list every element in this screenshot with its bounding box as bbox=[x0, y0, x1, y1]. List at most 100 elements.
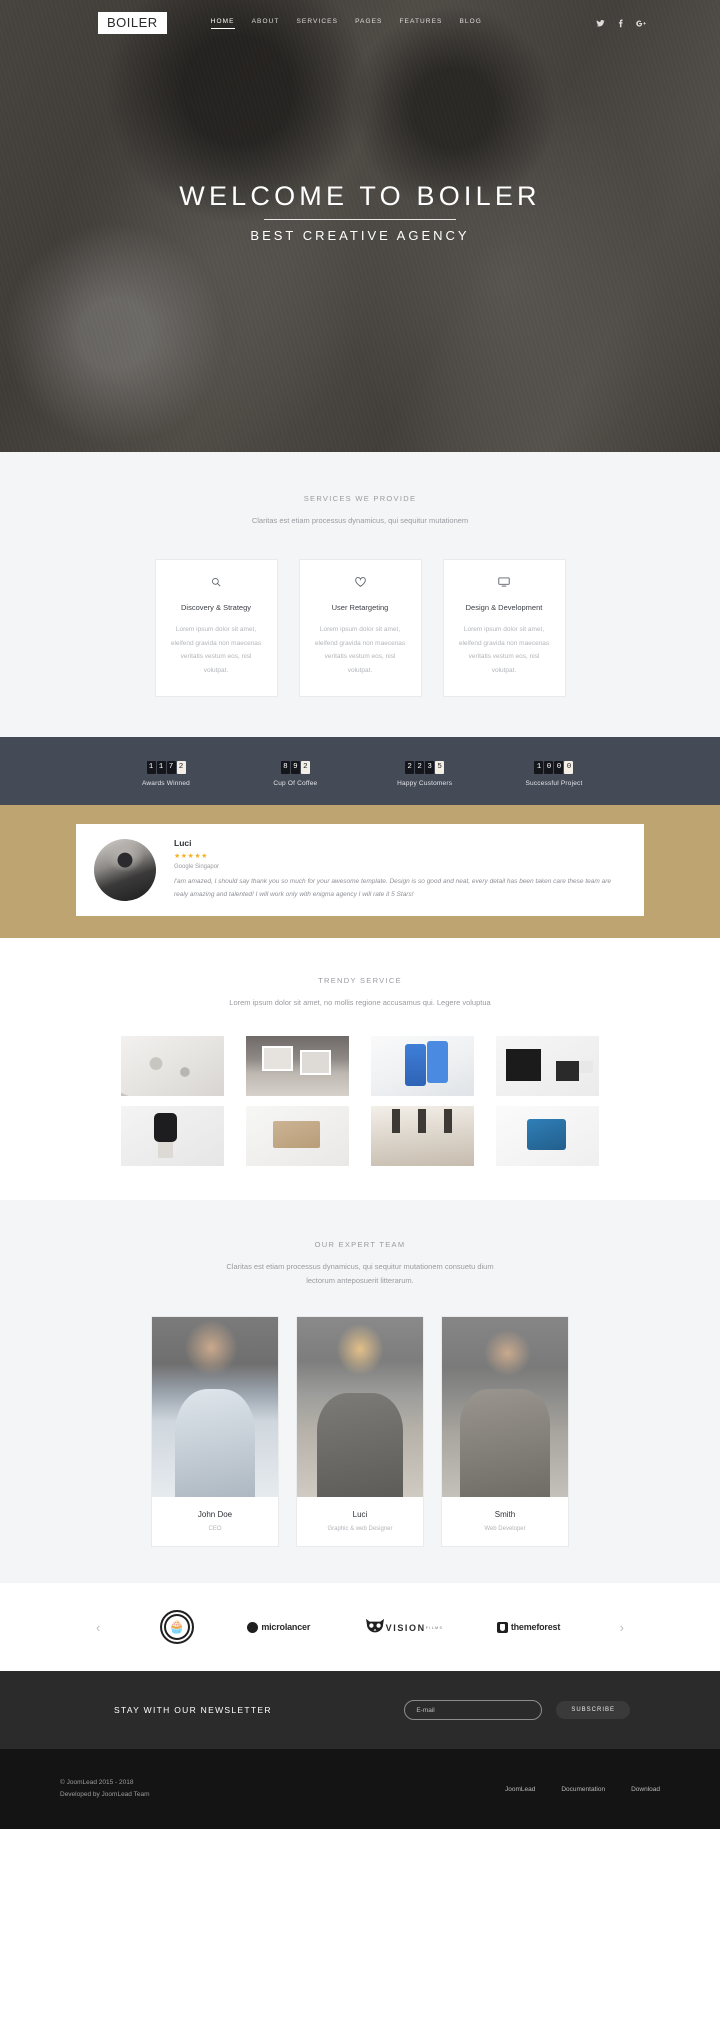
counter-label: Awards Winned bbox=[141, 780, 190, 788]
nav-item-home[interactable]: HOME bbox=[210, 18, 235, 29]
newsletter-section: STAY WITH OUR NEWSLETTER SUBSCRIBE bbox=[0, 1671, 720, 1750]
testimonial-role: Google Singapor bbox=[174, 864, 220, 871]
portfolio-tile[interactable] bbox=[371, 1105, 474, 1166]
counter-digits: 892 bbox=[280, 761, 310, 775]
counter-digits: 2235 bbox=[405, 761, 445, 775]
hero-content: WELCOME TO BOILER BEST CREATIVE AGENCY bbox=[0, 181, 720, 242]
microlancer-label: microlancer bbox=[261, 1622, 311, 1633]
counter-digit: 8 bbox=[280, 761, 290, 775]
team-member-photo bbox=[152, 1317, 278, 1498]
newsletter-form: STAY WITH OUR NEWSLETTER SUBSCRIBE bbox=[90, 1700, 630, 1721]
team-member-name: Smith bbox=[494, 1510, 516, 1520]
portfolio-section: TRENDY SERVICE Lorem ipsum dolor sit ame… bbox=[0, 937, 720, 1200]
team-member-photo bbox=[297, 1317, 423, 1498]
site-logo[interactable]: BOILER bbox=[98, 12, 167, 34]
footer-link-documentation[interactable]: Documentation bbox=[561, 1786, 605, 1793]
counter-digit: 7 bbox=[166, 761, 176, 775]
counter-digit: 3 bbox=[425, 761, 435, 775]
hero-title: WELCOME TO BOILER bbox=[179, 181, 541, 211]
cupcake-badge-logo[interactable]: 🧁 bbox=[159, 1610, 194, 1645]
nav-item-blog[interactable]: BLOG bbox=[459, 18, 481, 29]
team-member-meta: John Doe CEO bbox=[152, 1497, 278, 1546]
vision-films-logo[interactable]: VISION FILMS bbox=[364, 1618, 444, 1636]
microlancer-logo[interactable]: microlancer bbox=[247, 1621, 311, 1633]
twitter-icon[interactable] bbox=[596, 19, 605, 28]
counter-digit: 1 bbox=[534, 761, 544, 775]
team-member[interactable]: Smith Web Developer bbox=[441, 1316, 569, 1548]
counter-item: 2235 Happy Customers bbox=[373, 755, 477, 787]
carousel-next-icon[interactable]: › bbox=[614, 1621, 630, 1634]
service-card-text: Lorem ipsum dolor sit amet, eleifend gra… bbox=[314, 625, 406, 674]
portfolio-title: TRENDY SERVICE bbox=[318, 975, 402, 985]
team-member-meta: Smith Web Developer bbox=[442, 1497, 568, 1546]
vision-sublabel: FILMS bbox=[425, 1625, 444, 1630]
facebook-icon[interactable] bbox=[616, 19, 625, 28]
counter-digit: 0 bbox=[554, 761, 564, 775]
team-member-list: John Doe CEO Luci Graphic & web Designer… bbox=[0, 1316, 720, 1548]
owl-icon bbox=[365, 1619, 384, 1633]
counter-item: 1172 Awards Winned bbox=[114, 755, 218, 787]
counter-digit: 1 bbox=[156, 761, 166, 775]
team-member-meta: Luci Graphic & web Designer bbox=[297, 1497, 423, 1546]
footer-link-joomlead[interactable]: JoomLead bbox=[505, 1786, 535, 1793]
testimonial-author: Luci bbox=[174, 838, 192, 849]
carousel-prev-icon[interactable]: ‹ bbox=[90, 1621, 106, 1634]
team-member[interactable]: John Doe CEO bbox=[151, 1316, 279, 1548]
service-card-title: User Retargeting bbox=[331, 602, 389, 612]
themeforest-logo[interactable]: themeforest bbox=[496, 1621, 560, 1633]
testimonial-quote: I'am amazed, I should say thank you so m… bbox=[174, 878, 611, 899]
team-member-photo bbox=[442, 1317, 568, 1498]
nav-item-pages[interactable]: PAGES bbox=[355, 18, 382, 29]
team-member[interactable]: Luci Graphic & web Designer bbox=[296, 1316, 424, 1548]
portfolio-tile[interactable] bbox=[246, 1105, 349, 1166]
services-subtitle: Claritas est etiam processus dynamicus, … bbox=[251, 516, 469, 525]
email-field[interactable] bbox=[404, 1700, 543, 1721]
site-header: BOILER HOME ABOUT SERVICES PAGES FEATURE… bbox=[0, 0, 720, 46]
clients-carousel-track: ‹ 🧁 microlancer VISION FILMS themeforest… bbox=[90, 1610, 630, 1645]
service-card-title: Design & Development bbox=[465, 602, 543, 612]
service-card[interactable]: Discovery & Strategy Lorem ipsum dolor s… bbox=[154, 558, 278, 698]
main-navigation: HOME ABOUT SERVICES PAGES FEATURES BLOG bbox=[210, 18, 482, 29]
avatar bbox=[94, 839, 156, 902]
counter-digits: 1172 bbox=[146, 761, 186, 775]
portfolio-tile[interactable] bbox=[121, 1105, 224, 1166]
team-title: OUR EXPERT TEAM bbox=[314, 1239, 406, 1249]
portfolio-tile[interactable] bbox=[496, 1105, 599, 1166]
monitor-icon bbox=[457, 577, 552, 590]
team-member-name: Luci bbox=[352, 1510, 368, 1520]
portfolio-tile[interactable] bbox=[371, 1035, 474, 1096]
cupcake-icon: 🧁 bbox=[159, 1610, 194, 1645]
counter-digit: 0 bbox=[564, 761, 574, 775]
hero-divider bbox=[264, 218, 456, 220]
subscribe-button[interactable]: SUBSCRIBE bbox=[556, 1701, 630, 1720]
service-card-text: Lorem ipsum dolor sit amet, eleifend gra… bbox=[170, 625, 262, 674]
nav-item-features[interactable]: FEATURES bbox=[399, 18, 442, 29]
copyright-line-2: Developed by JoomLead Team bbox=[60, 1791, 150, 1799]
team-member-role: CEO bbox=[208, 1526, 222, 1533]
footer-link-download[interactable]: Download bbox=[631, 1786, 660, 1793]
testimonial-section: Luci ★★★★★ Google Singapor I'am amazed, … bbox=[0, 805, 720, 938]
portfolio-subtitle: Lorem ipsum dolor sit amet, no mollis re… bbox=[229, 997, 491, 1007]
heart-icon bbox=[313, 577, 408, 590]
service-card-text: Lorem ipsum dolor sit amet, eleifend gra… bbox=[458, 625, 550, 674]
themeforest-mark-icon bbox=[496, 1621, 508, 1633]
newsletter-title: STAY WITH OUR NEWSLETTER bbox=[114, 1705, 272, 1716]
landing-page: BOILER HOME ABOUT SERVICES PAGES FEATURE… bbox=[0, 0, 720, 1830]
portfolio-tile[interactable] bbox=[496, 1035, 599, 1096]
service-card[interactable]: User Retargeting Lorem ipsum dolor sit a… bbox=[298, 558, 422, 698]
site-footer: © JoomLead 2015 - 2018 Developed by Joom… bbox=[0, 1749, 720, 1830]
nav-item-about[interactable]: ABOUT bbox=[252, 18, 280, 29]
footer-links: JoomLead Documentation Download bbox=[505, 1786, 660, 1793]
testimonial-card: Luci ★★★★★ Google Singapor I'am amazed, … bbox=[76, 824, 644, 916]
team-section: OUR EXPERT TEAM Claritas est etiam proce… bbox=[0, 1199, 720, 1584]
copyright: © JoomLead 2015 - 2018 Developed by Joom… bbox=[60, 1777, 150, 1801]
footer-inner: © JoomLead 2015 - 2018 Developed by Joom… bbox=[60, 1777, 660, 1801]
nav-item-services[interactable]: SERVICES bbox=[297, 18, 339, 29]
team-subtitle-line1: Claritas est etiam processus dynamicus, … bbox=[226, 1261, 494, 1271]
portfolio-tile[interactable] bbox=[121, 1035, 224, 1096]
google-plus-icon[interactable] bbox=[636, 19, 646, 28]
service-card[interactable]: Design & Development Lorem ipsum dolor s… bbox=[442, 558, 566, 698]
portfolio-tile[interactable] bbox=[246, 1035, 349, 1096]
counter-digit: 2 bbox=[300, 761, 310, 775]
copyright-line-1: © JoomLead 2015 - 2018 bbox=[60, 1779, 134, 1787]
